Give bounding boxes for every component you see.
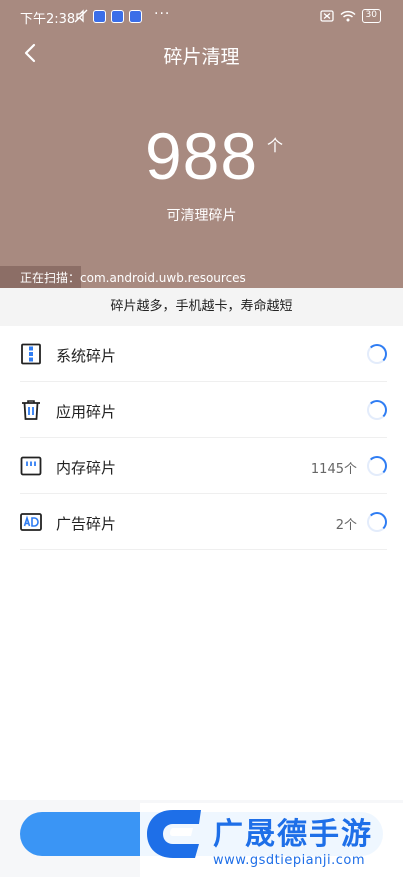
status-bar: 下午2:38 ··· 30 — [0, 0, 403, 34]
scan-status-text: 正在扫描：com.android.uwb.resources — [20, 271, 246, 285]
loading-spinner-icon — [367, 512, 387, 532]
app-notification-icon — [93, 9, 106, 23]
hero-header: 下午2:38 ··· 30 碎片清理 988 个 可清理碎片 正在扫描：com.… — [0, 0, 403, 288]
ad-icon — [20, 513, 42, 531]
more-notifications-icon: ··· — [154, 6, 171, 22]
wifi-icon — [340, 10, 356, 22]
no-sim-icon — [319, 10, 334, 22]
brand-logo-icon — [147, 810, 201, 858]
fragment-list: 系统碎片 应用碎片 内存碎片 1145个 广告碎片 2个 — [0, 326, 403, 550]
item-count: 2个 — [335, 518, 357, 533]
status-time: 下午2:38 — [20, 12, 76, 27]
item-label: 应用碎片 — [56, 403, 117, 421]
list-item-ad-fragments[interactable]: 广告碎片 2个 — [20, 494, 387, 550]
page-title: 碎片清理 — [163, 46, 240, 68]
watermark: 广晟德手游 www.gsdtiepianji.com — [140, 803, 403, 877]
warning-tip: 碎片越多，手机越卡，寿命越短 — [0, 288, 403, 326]
trash-icon — [22, 400, 40, 420]
app-notification-icon — [111, 9, 124, 23]
count-label: 可清理碎片 — [166, 208, 237, 224]
list-item-system-fragments[interactable]: 系统碎片 — [20, 326, 387, 382]
item-count: 1145个 — [310, 462, 357, 477]
watermark-url: www.gsdtiepianji.com — [213, 853, 366, 868]
app-notification-icon — [129, 9, 142, 23]
battery-icon: 30 — [361, 9, 381, 23]
watermark-brand: 广晟德手游 — [213, 817, 373, 852]
loading-spinner-icon — [367, 344, 387, 364]
loading-spinner-icon — [367, 456, 387, 476]
fragment-count: 988 — [144, 119, 259, 193]
item-label: 内存碎片 — [56, 459, 117, 477]
mute-icon — [74, 9, 88, 23]
count-unit: 个 — [267, 136, 284, 155]
memory-card-icon — [20, 456, 42, 476]
notification-icons — [74, 9, 142, 23]
item-label: 广告碎片 — [56, 515, 117, 533]
list-item-app-fragments[interactable]: 应用碎片 — [20, 382, 387, 438]
item-label: 系统碎片 — [56, 347, 117, 365]
list-item-memory-fragments[interactable]: 内存碎片 1145个 — [20, 438, 387, 494]
system-fragment-icon — [21, 343, 41, 365]
scan-status-bar: 正在扫描：com.android.uwb.resources — [0, 266, 403, 288]
loading-spinner-icon — [367, 400, 387, 420]
system-icons: 30 — [319, 9, 381, 23]
